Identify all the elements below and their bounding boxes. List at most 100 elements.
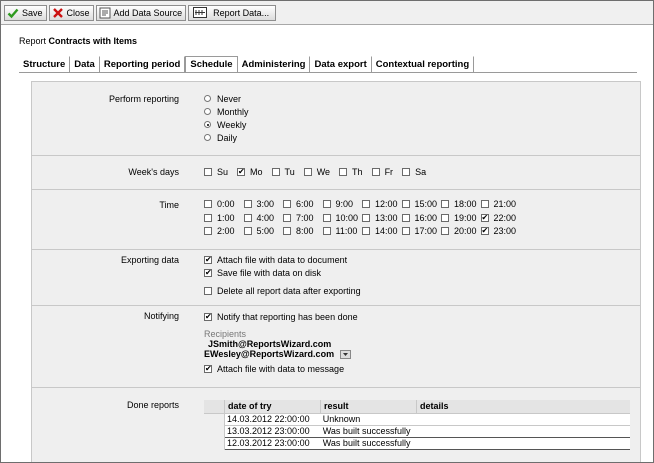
radio-weekly[interactable]: Weekly (204, 118, 249, 131)
checkbox[interactable] (441, 227, 449, 236)
save-file-disk-option[interactable]: Save file with data on disk (204, 266, 361, 279)
day-sa[interactable]: Sa (402, 165, 426, 178)
hour-option[interactable]: 21:00 (480, 198, 521, 211)
checkbox[interactable] (204, 227, 212, 236)
hour-option[interactable]: 10:00 (322, 212, 363, 225)
radio-never[interactable]: Never (204, 92, 249, 105)
checkbox[interactable] (237, 167, 246, 176)
radio-button[interactable] (204, 121, 211, 128)
recipient-dropdown-icon[interactable] (340, 349, 352, 359)
hour-option[interactable]: 5:00 (243, 225, 284, 238)
tab-contextual-reporting[interactable]: Contextual reporting (372, 56, 475, 72)
radio-button[interactable] (204, 108, 211, 115)
checkbox[interactable] (271, 167, 280, 176)
radio-daily[interactable]: Daily (204, 131, 249, 144)
hour-option[interactable]: 2:00 (204, 225, 244, 238)
tab-data[interactable]: Data (70, 56, 100, 72)
checkbox[interactable] (204, 364, 212, 373)
tab-administering[interactable]: Administering (238, 56, 311, 72)
checkbox[interactable] (322, 227, 331, 236)
hour-option[interactable]: 4:00 (243, 212, 284, 225)
day-mo[interactable]: Mo (237, 165, 263, 178)
delete-report-data-option[interactable]: Delete all report data after exporting (204, 284, 361, 297)
hour-option[interactable]: 23:00 (480, 225, 521, 238)
checkbox[interactable] (204, 312, 212, 321)
day-th[interactable]: Th (339, 165, 363, 178)
checkbox[interactable] (243, 213, 252, 222)
checkbox[interactable] (204, 213, 212, 222)
hour-option[interactable]: 20:00 (441, 225, 481, 238)
checkbox[interactable] (339, 167, 348, 176)
tab-structure[interactable]: Structure (19, 56, 71, 72)
day-tu[interactable]: Tu (271, 165, 295, 178)
checkbox[interactable] (243, 227, 252, 236)
checkbox[interactable] (362, 200, 370, 209)
add-data-source-button[interactable]: Add Data Source (95, 4, 187, 21)
checkbox[interactable] (480, 227, 489, 236)
column-date-of-try[interactable]: date of try (224, 400, 320, 413)
checkbox[interactable] (204, 268, 212, 277)
checkbox[interactable] (322, 200, 331, 209)
attach-file-document-option[interactable]: Attach file with data to document (204, 253, 361, 266)
checkbox[interactable] (441, 200, 449, 209)
checkbox[interactable] (204, 286, 212, 295)
radio-button[interactable] (204, 134, 211, 141)
checkbox[interactable] (283, 213, 291, 222)
hour-option[interactable]: 1:00 (204, 212, 244, 225)
checkbox[interactable] (401, 227, 410, 236)
tab-schedule[interactable]: Schedule (185, 56, 238, 73)
checkbox[interactable] (322, 213, 331, 222)
checkbox[interactable] (204, 167, 212, 176)
report-data-button[interactable]: Report Data... (188, 4, 277, 21)
tab-reporting-period[interactable]: Reporting period (100, 56, 186, 72)
hour-option[interactable]: 18:00 (441, 198, 481, 211)
checkbox[interactable] (204, 200, 212, 209)
checkbox[interactable] (371, 167, 380, 176)
hour-option[interactable]: 17:00 (401, 225, 442, 238)
checkbox[interactable] (401, 200, 410, 209)
notify-done-option[interactable]: Notify that reporting has been done (204, 310, 358, 323)
hour-option[interactable]: 3:00 (243, 198, 284, 211)
table-row[interactable]: 13.03.2012 23:00:00 Was built successful… (225, 426, 630, 438)
recipient-email[interactable]: EWesley@ReportsWizard.com (204, 349, 334, 359)
checkbox[interactable] (362, 213, 370, 222)
table-row[interactable]: 14.03.2012 22:00:00 Unknown (225, 414, 630, 426)
checkbox[interactable] (441, 213, 449, 222)
day-we[interactable]: We (303, 165, 330, 178)
hour-option[interactable]: 15:00 (401, 198, 442, 211)
day-su[interactable]: Su (204, 165, 228, 178)
hour-option[interactable]: 22:00 (480, 212, 521, 225)
recipient-email[interactable]: JSmith@ReportsWizard.com (208, 339, 358, 349)
checkbox[interactable] (401, 213, 410, 222)
checkbox[interactable] (480, 200, 489, 209)
checkbox[interactable] (204, 255, 212, 264)
checkbox[interactable] (303, 167, 312, 176)
checkbox[interactable] (243, 200, 252, 209)
radio-button[interactable] (204, 95, 211, 102)
column-details[interactable]: details (416, 400, 630, 413)
checkbox[interactable] (402, 167, 411, 176)
hour-option[interactable]: 19:00 (441, 212, 481, 225)
attach-file-message-option[interactable]: Attach file with data to message (204, 362, 358, 375)
hour-option[interactable]: 9:00 (322, 198, 363, 211)
hour-option[interactable]: 8:00 (283, 225, 323, 238)
hour-option[interactable]: 6:00 (283, 198, 323, 211)
save-button[interactable]: Save (4, 4, 47, 21)
checkbox[interactable] (283, 200, 291, 209)
hour-option[interactable]: 7:00 (283, 212, 323, 225)
hour-option[interactable]: 13:00 (362, 212, 402, 225)
checkbox[interactable] (362, 227, 370, 236)
radio-monthly[interactable]: Monthly (204, 105, 249, 118)
table-row[interactable]: 12.03.2012 23:00:00 Was built successful… (225, 438, 630, 450)
tab-data-export[interactable]: Data export (310, 56, 372, 72)
hour-option[interactable]: 11:00 (322, 225, 363, 238)
hour-option[interactable]: 12:00 (362, 198, 402, 211)
day-fr[interactable]: Fr (371, 165, 393, 178)
hour-option[interactable]: 0:00 (204, 198, 244, 211)
column-result[interactable]: result (320, 400, 416, 413)
checkbox[interactable] (283, 227, 291, 236)
checkbox[interactable] (480, 213, 489, 222)
close-button[interactable]: Close (48, 4, 94, 21)
hour-option[interactable]: 16:00 (401, 212, 442, 225)
hour-option[interactable]: 14:00 (362, 225, 402, 238)
